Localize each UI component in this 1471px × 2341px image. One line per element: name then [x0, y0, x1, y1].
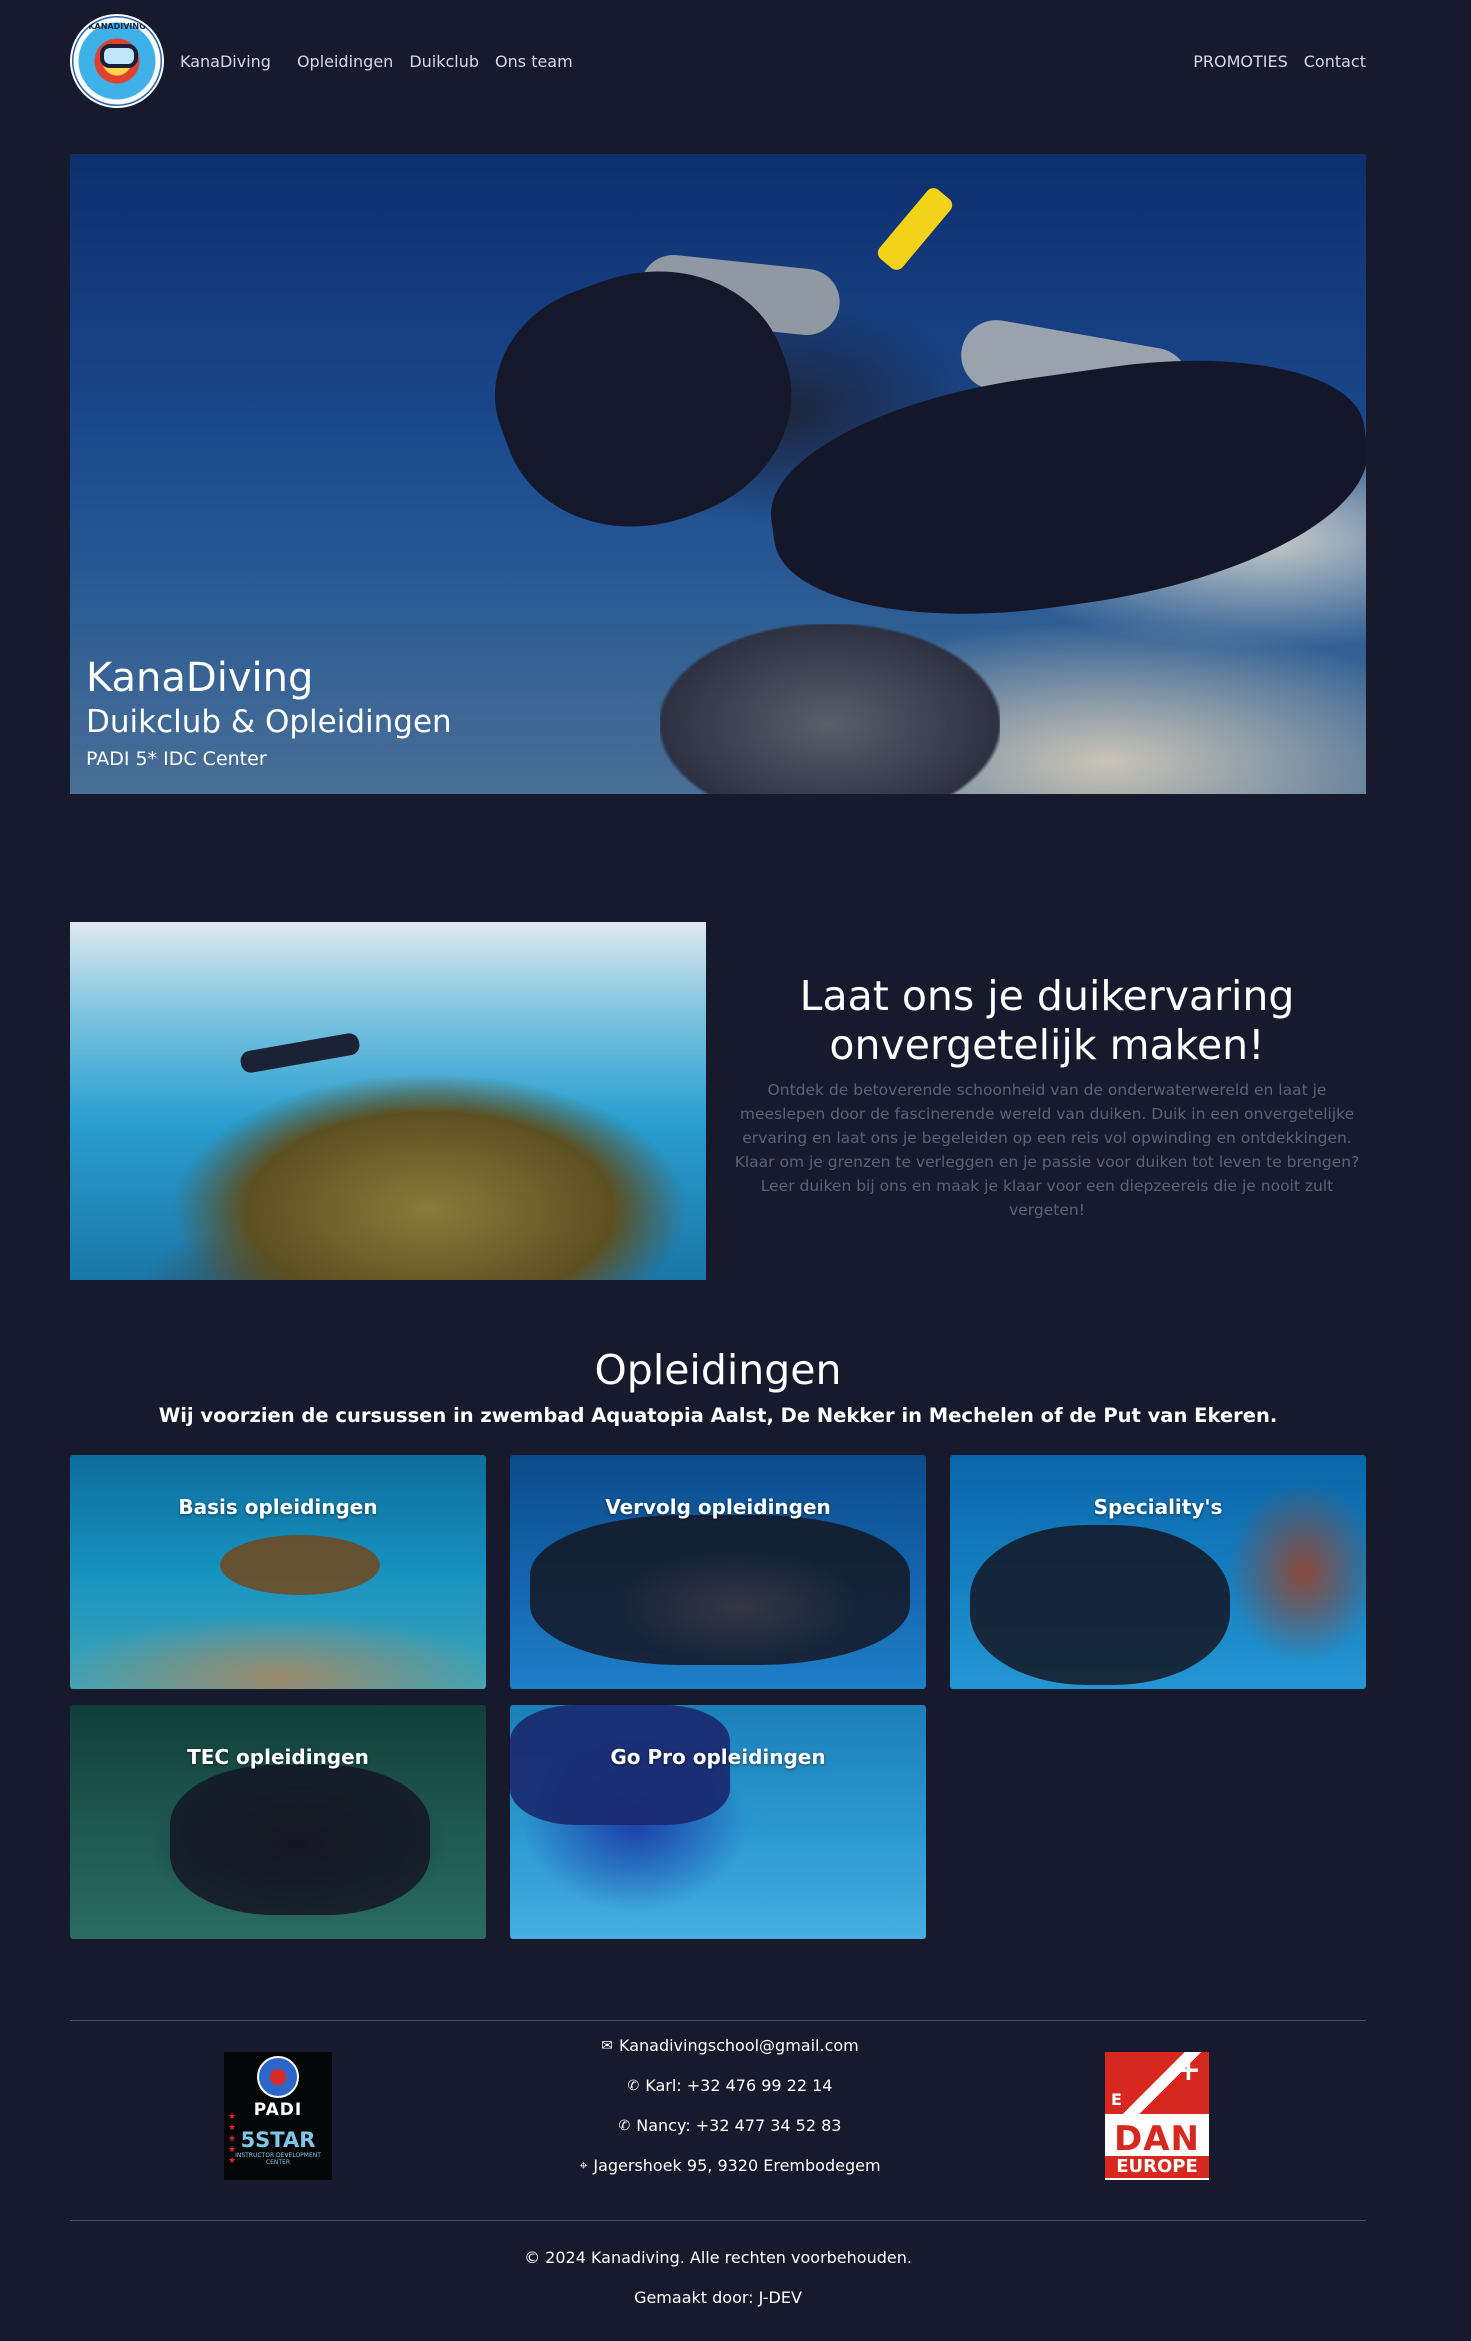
- dan-europe-logo: + E DAN EUROPE: [1105, 2052, 1209, 2180]
- padi-idc-text: INSTRUCTOR DEVELOPMENT CENTER: [235, 2152, 321, 2166]
- nav-link-contact[interactable]: Contact: [1304, 52, 1366, 71]
- phone-icon: ✆: [627, 2078, 640, 2094]
- phone-row-karl: ✆ Karl: +32 476 99 22 14: [470, 2076, 990, 2116]
- about-section: Laat ons je duikervaring onvergetelijk m…: [728, 972, 1366, 1222]
- nav-link-ons-team[interactable]: Ons team: [495, 52, 573, 71]
- hero-tagline: PADI 5* IDC Center: [86, 748, 267, 770]
- hero-coral: [660, 624, 1000, 794]
- footer-divider: [70, 2020, 1366, 2021]
- course-card-gopro[interactable]: Go Pro opleidingen: [510, 1705, 926, 1939]
- divers-pair-shape: [970, 1525, 1230, 1685]
- padi-stars-icon: ★ ★ ★ ★ ★: [228, 2112, 237, 2166]
- reef-shape: [170, 1072, 690, 1280]
- about-body: Ontdek de betoverende schoonheid van de …: [734, 1081, 1360, 1220]
- nav-link-promoties[interactable]: PROMOTIES: [1193, 52, 1288, 71]
- email-link[interactable]: Kanadivingschool@gmail.com: [619, 2036, 859, 2056]
- top-navigation: KANADIVING KanaDiving Opleidingen Duikcl…: [70, 14, 1366, 108]
- padi-5star-logo: ★ ★ ★ ★ ★ PADI 5STAR INSTRUCTOR DEVELOPMENT …: [224, 2052, 332, 2180]
- made-by-text: Gemaakt door: J-DEV: [634, 2288, 802, 2307]
- dan-e-letter: E: [1111, 2090, 1122, 2109]
- about-image: [70, 922, 706, 1280]
- hero-subtitle: Duikclub & Opleidingen: [86, 703, 452, 740]
- contact-block: ✉ Kanadivingschool@gmail.com ✆ Karl: +32…: [470, 2036, 990, 2196]
- tec-diver-shape: [170, 1765, 430, 1915]
- diving-mask-icon: [100, 44, 138, 68]
- course-card-specialitys[interactable]: Speciality's: [950, 1455, 1366, 1689]
- address-row: ⌖ Jagershoek 95, 9320 Erembodegem: [470, 2156, 990, 2196]
- email-row: ✉ Kanadivingschool@gmail.com: [470, 2036, 990, 2076]
- dan-word: DAN: [1114, 2119, 1200, 2159]
- divers-group-shape: [530, 1515, 910, 1665]
- padi-globe-icon: [257, 2056, 299, 2098]
- about-title: Laat ons je duikervaring onvergetelijk m…: [799, 972, 1295, 1070]
- diver-shape: [239, 1031, 361, 1075]
- courses-title: Opleidingen: [594, 1346, 842, 1394]
- copyright-block: © 2024 Kanadiving. Alle rechten voorbeho…: [70, 2238, 1366, 2318]
- turtle-shape: [220, 1535, 380, 1595]
- phone-row-nancy: ✆ Nancy: +32 477 34 52 83: [470, 2116, 990, 2156]
- course-card-label: Go Pro opleidingen: [610, 1745, 826, 1769]
- envelope-icon: ✉: [601, 2038, 613, 2054]
- course-card-label: Speciality's: [1093, 1495, 1223, 1519]
- dan-europe-word: EUROPE: [1105, 2156, 1209, 2178]
- hero-diver: [756, 333, 1366, 645]
- address-text: Jagershoek 95, 9320 Erembodegem: [593, 2156, 881, 2175]
- kanadiving-logo[interactable]: KANADIVING: [70, 14, 164, 108]
- course-card-label: TEC opleidingen: [187, 1745, 369, 1769]
- nav-link-duikclub[interactable]: Duikclub: [409, 52, 479, 71]
- course-card-basis[interactable]: Basis opleidingen: [70, 1455, 486, 1689]
- hero-banner: KanaDiving Duikclub & Opleidingen PADI 5…: [70, 154, 1366, 794]
- phone-icon: ✆: [618, 2118, 631, 2134]
- nav-links: Opleidingen Duikclub Ons team: [297, 52, 573, 71]
- copyright-text: © 2024 Kanadiving. Alle rechten voorbeho…: [524, 2248, 912, 2267]
- hero-fin: [874, 184, 956, 274]
- nav-link-opleidingen[interactable]: Opleidingen: [297, 52, 393, 71]
- course-card-label: Basis opleidingen: [178, 1495, 378, 1519]
- dan-cross-icon: +: [1175, 2053, 1201, 2088]
- logo-ring-text: KANADIVING: [88, 22, 146, 31]
- location-pin-icon: ⌖: [579, 2158, 588, 2174]
- brand-link[interactable]: KanaDiving: [180, 52, 271, 71]
- course-card-tec[interactable]: TEC opleidingen: [70, 1705, 486, 1939]
- hero-title: KanaDiving: [86, 654, 314, 701]
- course-card-label: Vervolg opleidingen: [605, 1495, 831, 1519]
- courses-subtitle: Wij voorzien de cursussen in zwembad Aqu…: [158, 1404, 1278, 1427]
- nav-right-links: PROMOTIES Contact: [1193, 52, 1366, 71]
- padi-word: PADI: [253, 2100, 303, 2120]
- phone-karl: Karl: +32 476 99 22 14: [645, 2076, 833, 2095]
- phone-nancy: Nancy: +32 477 34 52 83: [636, 2116, 842, 2135]
- course-card-vervolg[interactable]: Vervolg opleidingen: [510, 1455, 926, 1689]
- footer-divider: [70, 2220, 1366, 2221]
- hero-text: KanaDiving Duikclub & Opleidingen PADI 5…: [86, 654, 452, 770]
- padi-five-star: 5STAR: [240, 2128, 316, 2152]
